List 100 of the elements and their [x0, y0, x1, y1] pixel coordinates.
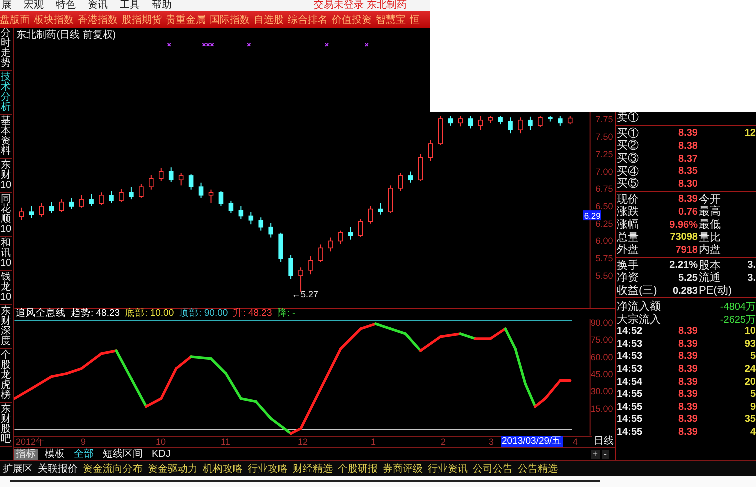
bid-price: 8.35: [678, 166, 698, 178]
bottom-link[interactable]: 个股研报: [338, 462, 378, 476]
date-label: 3: [489, 437, 494, 448]
zoom-button[interactable]: -: [602, 450, 609, 459]
date-label: 10: [156, 437, 166, 448]
quote-label: 股本: [699, 260, 722, 272]
candle: [238, 206, 244, 220]
side-tab[interactable]: 基本资料: [0, 116, 12, 159]
tick-volume: 5: [749, 389, 756, 400]
date-label: 11: [221, 437, 230, 448]
candle: [248, 212, 254, 226]
quote-value: 8.39: [678, 194, 698, 206]
indicator-value: 底部: 10.00: [125, 309, 174, 320]
quote-label: PE(动): [699, 285, 733, 298]
quote-label: 买③: [617, 153, 640, 166]
candle: [198, 182, 204, 199]
bottom-link[interactable]: 券商评级: [383, 462, 423, 476]
candle: [348, 226, 354, 240]
axis-label: 90.00: [590, 319, 614, 328]
tick-volume: 93: [744, 338, 756, 350]
side-tab[interactable]: 东财深度: [0, 306, 12, 349]
side-tab[interactable]: 技术分析: [0, 72, 12, 115]
bottom-link[interactable]: 财经精选: [293, 462, 333, 476]
bottom-link[interactable]: 关联报价: [38, 462, 78, 476]
indicator-tab[interactable]: 模板: [43, 448, 67, 460]
flow-label: 净流入额: [617, 301, 662, 314]
candle: [478, 116, 483, 131]
menu-item[interactable]: 帮助: [152, 0, 172, 11]
side-tab[interactable]: 和讯10: [0, 238, 12, 271]
candle: [278, 232, 284, 263]
tick-price: 8.39: [678, 326, 698, 338]
candle: [129, 186, 134, 200]
candle: [149, 174, 154, 190]
quote-label: 最低: [699, 219, 722, 232]
indicator-value: 升: 48.23: [233, 309, 272, 320]
bottom-link[interactable]: 资金流向分布: [83, 462, 143, 476]
zoom-button[interactable]: +: [590, 450, 600, 459]
indicator-tab[interactable]: 短线区间: [101, 448, 145, 460]
axis-label: 60.00: [590, 352, 614, 363]
quote-value: 5.25: [678, 272, 698, 284]
candle: [208, 189, 214, 204]
quote-label: 涨跌: [617, 206, 640, 218]
side-tab[interactable]: 钱龙10: [0, 272, 12, 305]
candle: [548, 116, 553, 122]
axis-label: 6.75: [596, 184, 614, 194]
menu-item[interactable]: 工具: [120, 0, 140, 11]
tick-volume: 4: [749, 427, 756, 438]
axis-label: 5.75: [596, 254, 614, 264]
tick-time: 14:55: [617, 402, 644, 413]
tick-price: 8.39: [678, 427, 698, 438]
bottom-link[interactable]: 公司公告: [473, 462, 513, 476]
candle: [508, 117, 513, 134]
quote-value: 3.: [746, 272, 756, 284]
side-tab[interactable]: 分时走势: [0, 28, 12, 71]
axis-label: 6.50: [596, 202, 614, 212]
quote-label: 净资: [617, 272, 640, 284]
candle: [438, 116, 444, 146]
candle: [168, 167, 174, 183]
candle: [318, 244, 324, 263]
candle: [228, 200, 234, 214]
candle: [158, 168, 164, 182]
candle: [528, 116, 533, 131]
side-tab[interactable]: 个股龙虎榜: [0, 350, 12, 403]
candle: [368, 206, 374, 224]
indicator-tab[interactable]: KDJ: [150, 448, 173, 460]
indicator-tab[interactable]: 全部: [72, 448, 96, 460]
bid-price: 8.38: [678, 140, 698, 152]
side-tab[interactable]: 东财10: [0, 160, 12, 193]
axis-label: 7.00: [596, 166, 614, 177]
candle: [488, 116, 493, 124]
quote-value: 7918: [674, 244, 698, 256]
candle: [558, 116, 563, 126]
candle: [268, 222, 274, 238]
chart-title: 东北制药(日线 前复权): [16, 30, 116, 41]
bottom-link[interactable]: 资金驱动力: [148, 462, 198, 476]
indicator-value: 降: -: [277, 309, 296, 320]
side-tab[interactable]: 东财股吧: [0, 404, 12, 447]
bottom-link[interactable]: 行业攻略: [248, 462, 288, 476]
candle: [188, 174, 194, 190]
date-label: 4: [573, 437, 578, 448]
axis-label: 7.50: [596, 132, 614, 142]
quote-label: 换手: [617, 260, 640, 272]
bottom-link[interactable]: 行业资讯: [428, 462, 468, 476]
menu-item[interactable]: 展: [2, 0, 12, 11]
bid-price: 8.30: [678, 178, 698, 190]
bottom-link[interactable]: 公告精选: [518, 462, 558, 476]
menu-item[interactable]: 特色: [56, 0, 76, 11]
bottom-link[interactable]: 扩展区: [3, 462, 33, 476]
tick-price: 8.39: [678, 389, 698, 400]
tick-price: 8.39: [678, 338, 698, 350]
quote-label: 买⑤: [617, 178, 640, 190]
side-tab[interactable]: 同花顺10: [0, 194, 12, 237]
indicator-tab[interactable]: 指标: [14, 448, 38, 460]
tick-price: 8.39: [678, 376, 698, 388]
bottom-link[interactable]: 机构攻略: [203, 462, 243, 476]
quote-label: 买①: [617, 128, 640, 140]
menu-item[interactable]: 资讯: [88, 0, 108, 11]
tick-volume: 20: [744, 376, 756, 388]
tick-volume: 10: [744, 326, 756, 338]
axis-label: 7.75: [596, 114, 614, 125]
